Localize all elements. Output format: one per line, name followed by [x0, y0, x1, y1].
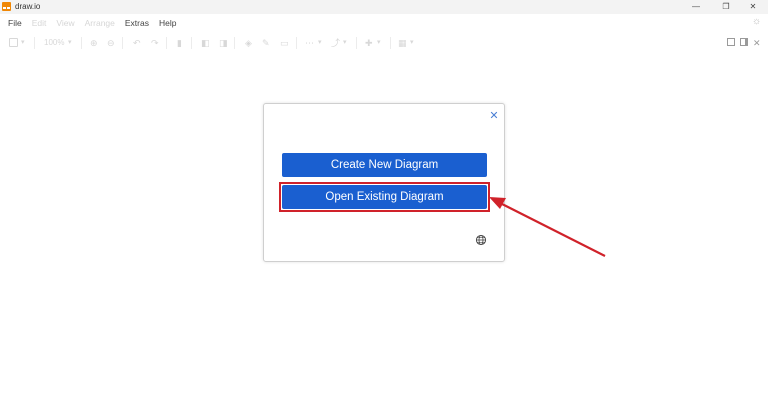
chevron-down-icon: ▾ [21, 39, 25, 46]
redo-icon[interactable]: ↷ [151, 38, 159, 48]
delete-icon[interactable]: ▮ [177, 38, 182, 48]
menu-help[interactable]: Help [159, 14, 176, 32]
menu-bar: File Edit View Arrange Extras Help [0, 14, 768, 32]
close-icon: ✕ [749, 2, 757, 11]
title-bar: draw.io — ❐ ✕ [0, 0, 768, 14]
minimize-icon: — [692, 2, 700, 11]
toolbar-divider [122, 37, 123, 49]
format-toggle-icon[interactable] [740, 38, 748, 46]
maximize-icon: ❐ [722, 2, 730, 11]
chevron-down-icon: ▾ [68, 39, 72, 46]
fullscreen-icon[interactable] [727, 38, 735, 46]
window-title: draw.io [15, 2, 41, 11]
drawio-logo-icon [2, 2, 11, 11]
menu-file[interactable]: File [8, 14, 22, 32]
zoom-out-icon[interactable]: ⊖ [107, 38, 115, 48]
toolbar [0, 32, 768, 54]
globe-icon[interactable] [475, 234, 487, 246]
create-new-diagram-button[interactable]: Create New Diagram [282, 153, 487, 177]
toolbar-divider [390, 37, 391, 49]
theme-toggle-icon[interactable]: ☼ [752, 17, 762, 27]
chevron-down-icon: ▾ [410, 39, 414, 46]
format-panel-icon[interactable] [9, 38, 18, 47]
line-color-icon[interactable]: ✎ [262, 38, 270, 48]
zoom-level[interactable]: 100% [44, 38, 64, 48]
open-existing-diagram-button[interactable]: Open Existing Diagram [282, 185, 487, 209]
chevron-down-icon: ▾ [377, 39, 381, 46]
start-dialog: ✕ Create New Diagram Open Existing Diagr… [263, 103, 505, 262]
menu-extras[interactable]: Extras [125, 14, 149, 32]
menu-arrange[interactable]: Arrange [85, 14, 115, 32]
waypoints-icon[interactable]: ⤴ [331, 38, 340, 48]
fill-color-icon[interactable]: ◈ [245, 38, 252, 48]
close-dialog-button[interactable]: ✕ [488, 110, 500, 122]
close-window-button[interactable]: ✕ [738, 0, 768, 14]
toolbar-divider [296, 37, 297, 49]
zoom-in-icon[interactable]: ⊕ [90, 38, 98, 48]
toolbar-divider [34, 37, 35, 49]
collapse-icon[interactable]: ✕ [753, 38, 761, 48]
to-back-icon[interactable]: ◨ [219, 38, 228, 48]
table-icon[interactable]: ▦ [398, 38, 407, 48]
toolbar-divider [81, 37, 82, 49]
toolbar-divider [191, 37, 192, 49]
chevron-down-icon: ▾ [343, 39, 347, 46]
minimize-button[interactable]: — [681, 0, 711, 14]
toolbar-divider [166, 37, 167, 49]
shadow-icon[interactable]: ▭ [280, 38, 289, 48]
to-front-icon[interactable]: ◧ [201, 38, 210, 48]
toolbar-divider [356, 37, 357, 49]
maximize-button[interactable]: ❐ [711, 0, 741, 14]
insert-icon[interactable]: ✚ [365, 38, 373, 48]
connection-icon[interactable]: ⋯ [305, 38, 314, 48]
undo-icon[interactable]: ↶ [133, 38, 141, 48]
menu-view[interactable]: View [56, 14, 74, 32]
toolbar-divider [234, 37, 235, 49]
menu-edit[interactable]: Edit [32, 14, 47, 32]
close-icon: ✕ [489, 110, 499, 122]
chevron-down-icon: ▾ [318, 39, 322, 46]
